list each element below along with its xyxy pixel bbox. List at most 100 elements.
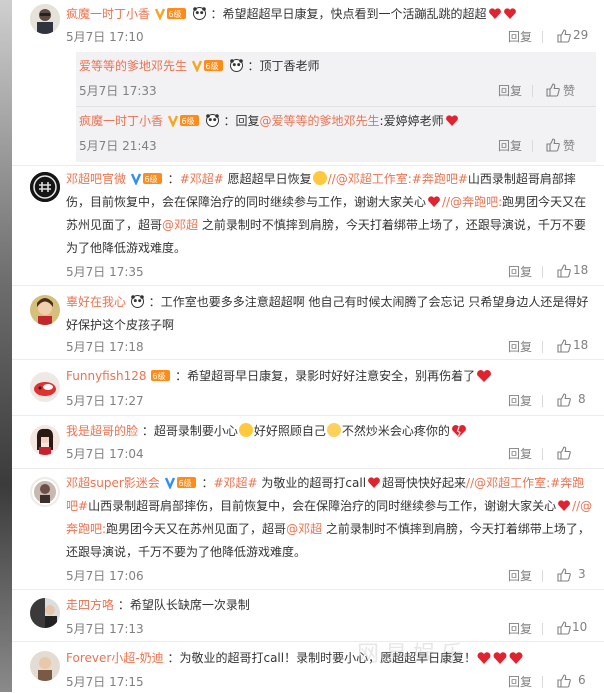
avatar-image: [30, 295, 60, 325]
like-icon[interactable]: [557, 264, 571, 278]
like-icon[interactable]: [557, 339, 571, 353]
blush-emoji-icon: [312, 171, 327, 185]
comment-item: 疯魔一时丁小香 6级 ：希望超超早日康复，快点看到一个活蹦乱跳的超超 5月7日 …: [12, 0, 604, 188]
comment-text: 邓超super影迷会 6级 ：#邓超# 为敬业的超哥打call 超哥快快好起来//…: [66, 476, 593, 559]
comment-time: 5月7日 17:04: [66, 447, 144, 461]
avatar[interactable]: [30, 425, 60, 455]
comment-item: 辜好在我心 ：工作室也要多多注意超超啊 他自己有时候太闹腾了会忘记 只希望身边人…: [12, 285, 604, 360]
reply-button[interactable]: 回复: [498, 82, 522, 99]
comment-text: 我是超哥的脸 ：超哥录制要小心 好好照顾自己 不然炒米会心疼你的: [66, 420, 594, 443]
reply-mention[interactable]: @爱等等的爹地邓先生: [260, 114, 380, 128]
divider: [532, 85, 533, 97]
comment-user[interactable]: 我是超哥的脸: [66, 424, 138, 438]
comment-user[interactable]: 邓超super影迷会: [66, 476, 160, 490]
divider: [532, 140, 533, 152]
comment-user[interactable]: 走四方咯: [66, 598, 114, 612]
avatar[interactable]: [30, 295, 60, 325]
comment-user[interactable]: 邓超吧官微: [66, 172, 126, 186]
reply-button[interactable]: 回复: [508, 392, 532, 409]
avatar[interactable]: [30, 651, 60, 681]
svg-text:6级: 6级: [178, 478, 191, 488]
reply-button[interactable]: 回复: [508, 445, 532, 462]
comment-item: 邓超super影迷会 6级 ：#邓超# 为敬业的超哥打call 超哥快快好起来//…: [12, 468, 604, 590]
avatar-image: [30, 172, 60, 202]
like-count: 6: [578, 673, 586, 687]
mention-link[interactable]: //@奔跑吧:: [442, 195, 502, 209]
like-icon[interactable]: [557, 393, 571, 407]
reply-body: :爱婷婷老师: [379, 114, 444, 128]
topic-link[interactable]: #邓超#: [180, 172, 224, 186]
panda-icon: [205, 114, 219, 127]
comment-item: Funnyfish128 6级 ：希望超哥早日康复，录影时好好注意安全，别再伤着…: [12, 359, 604, 416]
comment-text: Forever小超-奶迪 ：为敬业的超哥打call！录制时要小心，愿超超早日康复…: [66, 647, 594, 670]
mention-link[interactable]: @邓超: [162, 218, 198, 232]
comment-time: 5月7日 17:18: [66, 340, 144, 354]
avatar-image: [30, 477, 60, 507]
reply-user[interactable]: 疯魔一时丁小香: [79, 114, 163, 128]
like-label[interactable]: 赞: [563, 82, 575, 99]
reply-user[interactable]: 爱等等的爹地邓先生: [79, 59, 187, 73]
like-count: 18: [573, 263, 589, 277]
mention-link[interactable]: //@邓超工作室:: [466, 476, 550, 490]
heart-icon: [558, 500, 570, 511]
avatar[interactable]: [30, 372, 60, 402]
avatar[interactable]: [30, 598, 60, 628]
reply-item: 爱等等的爹地邓先生 6级 ：顶丁香老师 5月7日 17:33 回复 赞: [76, 52, 596, 107]
left-photo-edge: [0, 0, 12, 692]
comment-user[interactable]: 疯魔一时丁小香: [66, 7, 150, 21]
reply-button[interactable]: 回复: [508, 673, 532, 690]
avatar-image: [30, 425, 60, 455]
like-label[interactable]: 赞: [563, 137, 575, 154]
like-icon[interactable]: [557, 674, 571, 688]
svg-text:6级: 6级: [144, 174, 157, 184]
like-icon[interactable]: [557, 568, 571, 582]
like-count: 18: [573, 338, 589, 352]
reply-button[interactable]: 回复: [508, 567, 532, 584]
reply-time: 5月7日 21:43: [79, 139, 157, 153]
like-count: 29: [573, 28, 589, 42]
avatar-image: [30, 372, 60, 402]
heart-icon: [445, 115, 458, 126]
like-count: 3: [578, 567, 586, 581]
avatar[interactable]: [30, 172, 60, 202]
like-icon[interactable]: [546, 138, 560, 152]
reply-body: 顶丁香老师: [259, 59, 320, 73]
reply-button[interactable]: 回复: [508, 28, 532, 45]
vip-badge-icon: 6级: [130, 173, 162, 185]
topic-link[interactable]: #奔跑吧#: [412, 172, 468, 186]
like-icon[interactable]: [557, 29, 571, 43]
reply-button[interactable]: 回复: [508, 338, 532, 355]
like-icon[interactable]: [557, 446, 571, 460]
comment-body: 工作室也要多多注意超超啊 他自己有时候太闹腾了会忘记 只希望身边人还是得好好保护…: [66, 295, 589, 332]
reply-button[interactable]: 回复: [498, 137, 522, 154]
vip-badge-icon: 6级: [164, 477, 196, 489]
avatar[interactable]: [30, 477, 60, 507]
reply-button[interactable]: 回复: [508, 263, 532, 280]
topic-link[interactable]: #邓超#: [213, 476, 257, 490]
mention-link[interactable]: //@邓超工作室:: [328, 172, 412, 186]
divider: [542, 570, 543, 582]
broken-heart-icon: [451, 425, 466, 437]
heart-icon: [477, 370, 492, 382]
comment-user[interactable]: 辜好在我心: [66, 295, 126, 309]
mention-link[interactable]: @邓超: [286, 522, 322, 536]
comment-time: 5月7日 17:13: [66, 622, 144, 636]
vip-badge-icon: 6级: [191, 60, 223, 72]
divider: [542, 676, 543, 688]
panda-icon: [192, 7, 206, 20]
divider: [542, 395, 543, 407]
comment-user[interactable]: Funnyfish128: [66, 369, 146, 383]
comment-item: 我是超哥的脸 ：超哥录制要小心 好好照顾自己 不然炒米会心疼你的 5月7日 17:0…: [12, 415, 604, 469]
comment-user[interactable]: Forever小超-奶迪: [66, 651, 164, 665]
reply-button[interactable]: 回复: [508, 620, 532, 637]
like-icon[interactable]: [546, 83, 560, 97]
divider: [542, 448, 543, 460]
comment-item: 走四方咯 ：希望队长缺席一次录制 5月7日 17:13 回复 10 网易娱乐: [12, 589, 604, 667]
heart-icon: [368, 477, 380, 488]
comment-list: 疯魔一时丁小香 6级 ：希望超超早日康复，快点看到一个活蹦乱跳的超超 5月7日 …: [12, 0, 604, 692]
like-count: 10: [572, 620, 588, 634]
hug-emoji-icon: [326, 423, 341, 437]
avatar[interactable]: [30, 4, 60, 34]
avatar-image: [30, 598, 60, 628]
like-icon[interactable]: [557, 621, 571, 635]
